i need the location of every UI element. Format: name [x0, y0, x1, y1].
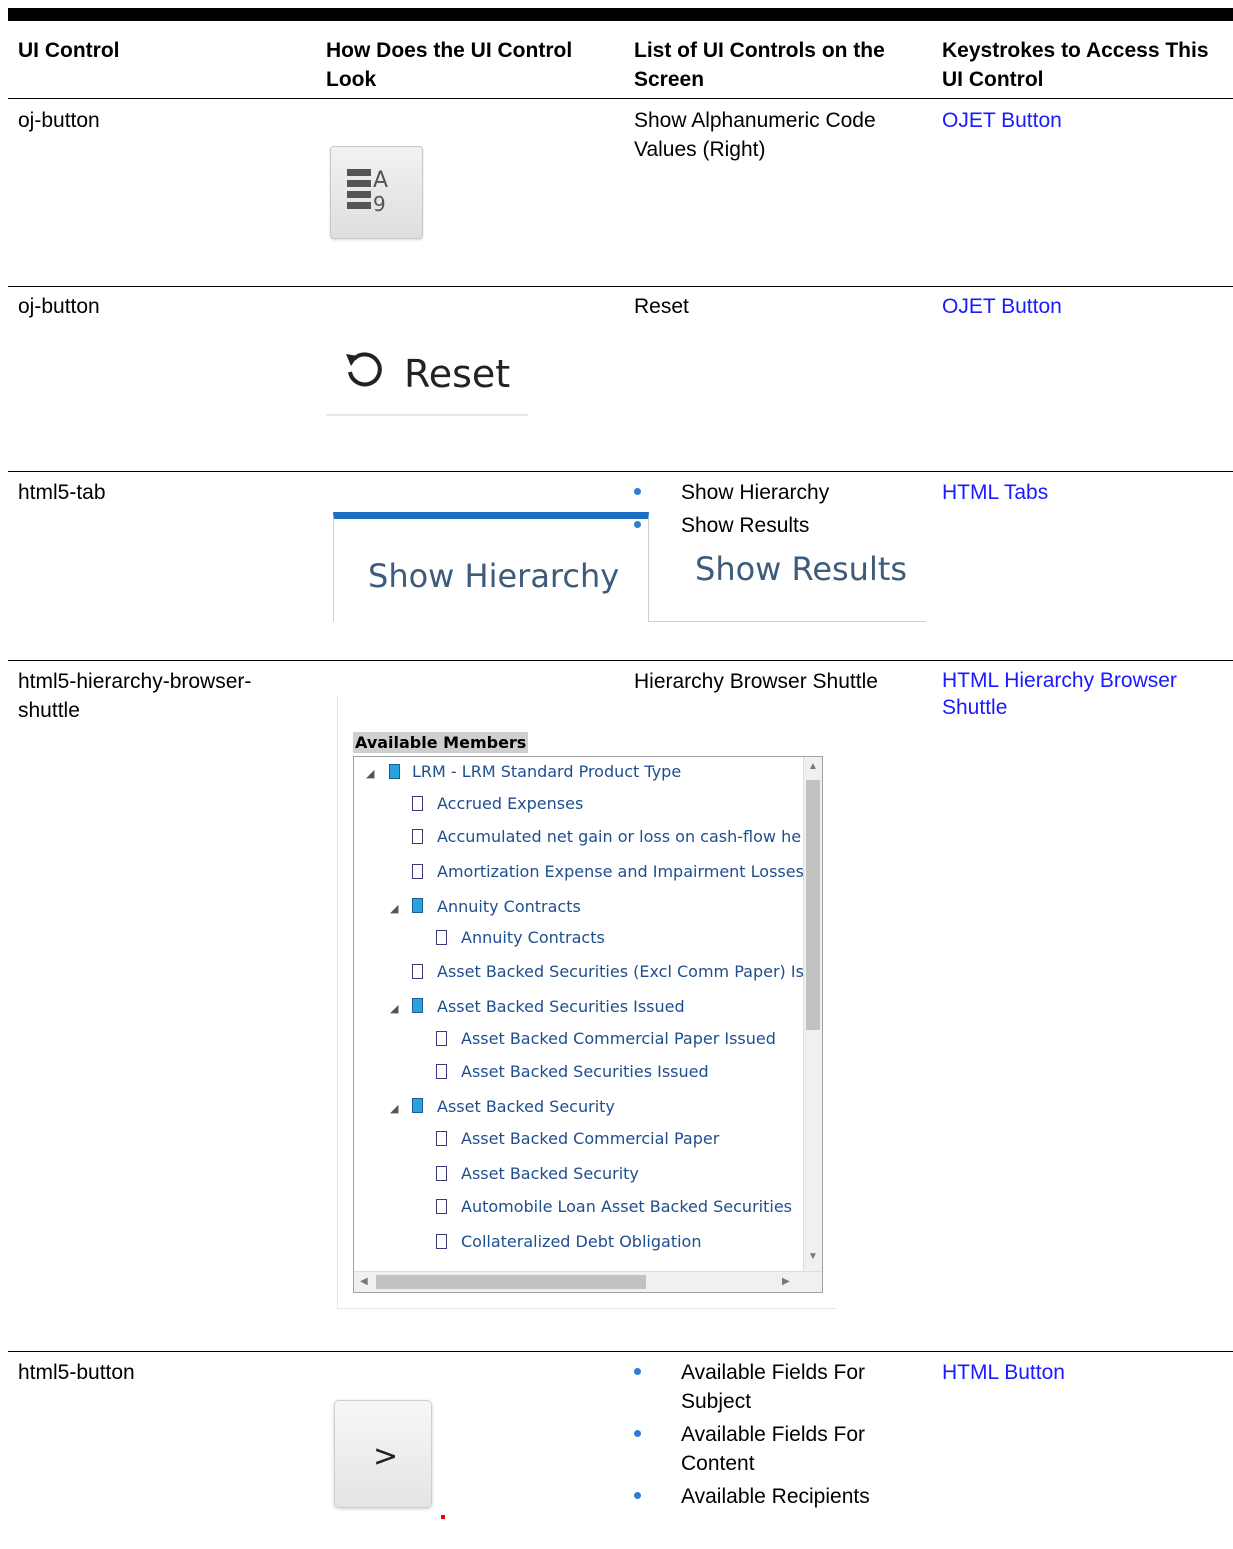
document-icon — [436, 1166, 447, 1181]
bullet — [634, 521, 641, 528]
document-icon — [412, 964, 423, 979]
row1-control: oj-button — [18, 109, 100, 132]
chevron-right-icon: > — [373, 1439, 399, 1474]
tree-node[interactable]: Asset Backed Security — [461, 1164, 639, 1183]
available-members-label: Available Members — [353, 732, 529, 753]
header-keystrokes: Keystrokes to Access This UI Control — [942, 39, 1209, 91]
alphanumeric-sort-button[interactable]: A 9 — [330, 146, 423, 239]
scroll-thumb[interactable] — [376, 1275, 646, 1289]
document-icon — [436, 1199, 447, 1214]
row3-control: html5-tab — [18, 481, 106, 504]
tree-node[interactable]: Asset Backed Securities Issued — [437, 997, 685, 1016]
tree-node[interactable]: Annuity Contracts — [461, 928, 605, 947]
row4-control: html5-hierarchy-browser-shuttle — [18, 670, 252, 722]
tab-label: Show Results — [695, 550, 908, 588]
document-icon — [436, 1064, 447, 1079]
alphanumeric-icon: A 9 — [347, 168, 388, 216]
document-icon — [412, 829, 423, 844]
ojet-button-link[interactable]: OJET Button — [942, 106, 1062, 135]
list-item: Show Results — [681, 514, 810, 537]
row5-control: html5-button — [18, 1361, 135, 1384]
tab-show-hierarchy[interactable]: Show Hierarchy — [333, 512, 649, 622]
tree-node[interactable]: Annuity Contracts — [437, 897, 581, 916]
tree-node[interactable]: Asset Backed Securities Issued — [461, 1062, 709, 1081]
row-divider — [8, 1351, 1233, 1352]
bullet — [634, 1430, 641, 1437]
bullet — [634, 1368, 641, 1375]
tree-node[interactable]: Asset Backed Commercial Paper Issued — [461, 1029, 776, 1048]
scroll-left-icon[interactable]: ◀ — [360, 1276, 368, 1287]
reset-icon — [346, 352, 382, 387]
move-right-button[interactable]: > — [334, 1400, 432, 1508]
list-item: Available Fields For Subject — [681, 1361, 866, 1413]
tree-node[interactable]: LRM - LRM Standard Product Type — [412, 762, 681, 781]
row2-control: oj-button — [18, 295, 100, 318]
list-item: Available Fields For Content — [681, 1423, 866, 1475]
svg-text:9: 9 — [373, 192, 386, 216]
document-icon — [436, 1031, 447, 1046]
document-icon — [436, 1131, 447, 1146]
tree-node[interactable]: Accumulated net gain or loss on cash-flo… — [437, 827, 801, 846]
top-rule — [8, 8, 1233, 21]
header-divider — [8, 98, 1233, 99]
row-divider — [8, 471, 1233, 472]
tree-node[interactable]: Asset Backed Security — [437, 1097, 615, 1116]
list-item: Available Recipients — [681, 1485, 870, 1508]
html-tabs-link[interactable]: HTML Tabs — [942, 478, 1048, 507]
vertical-scrollbar[interactable]: ▲ ▼ — [803, 757, 822, 1272]
scroll-down-icon[interactable]: ▼ — [808, 1251, 818, 1262]
tree-node[interactable]: Automobile Loan Asset Backed Securities — [461, 1197, 792, 1216]
svg-text:A: A — [373, 168, 388, 193]
scroll-up-icon[interactable]: ▲ — [808, 761, 818, 772]
folder-icon — [412, 898, 423, 913]
html-hierarchy-browser-shuttle-link[interactable]: HTML Hierarchy Browser Shuttle — [942, 667, 1222, 721]
bullet — [634, 1492, 641, 1499]
reset-button[interactable]: Reset — [326, 330, 528, 416]
folder-icon — [412, 1098, 423, 1113]
row-divider — [8, 286, 1233, 287]
document-icon — [412, 864, 423, 879]
folder-icon — [389, 764, 400, 779]
tree-node[interactable]: Collateralized Debt Obligation — [461, 1232, 701, 1251]
html-button-link[interactable]: HTML Button — [942, 1358, 1065, 1387]
header-look: How Does the UI Control Look — [326, 39, 573, 91]
tree-node[interactable]: Asset Backed Commercial Paper — [461, 1129, 719, 1148]
folder-icon — [412, 998, 423, 1013]
row1-screen-list: Show Alphanumeric Code Values (Right) — [634, 109, 876, 161]
header-ui-control: UI Control — [18, 39, 120, 62]
tabs-visual: Show Hierarchy Show Results — [333, 512, 926, 622]
ojet-button-link[interactable]: OJET Button — [942, 292, 1062, 321]
collapse-icon[interactable]: ◢ — [366, 767, 374, 780]
hierarchy-tree[interactable]: ◢ LRM - LRM Standard Product Type Accrue… — [353, 756, 823, 1293]
scroll-right-icon[interactable]: ▶ — [782, 1276, 790, 1287]
collapse-icon[interactable]: ◢ — [390, 1002, 398, 1015]
red-marker — [441, 1515, 445, 1519]
row4-screen-list: Hierarchy Browser Shuttle — [634, 670, 878, 693]
scroll-thumb[interactable] — [806, 780, 820, 1030]
horizontal-scrollbar[interactable]: ◀ ▶ — [354, 1271, 822, 1292]
bullet — [634, 488, 641, 495]
tab-label: Show Hierarchy — [368, 557, 620, 595]
list-item: Show Hierarchy — [681, 481, 830, 504]
row-divider — [8, 660, 1233, 661]
collapse-icon[interactable]: ◢ — [390, 902, 398, 915]
document-icon — [412, 796, 423, 811]
document-icon — [436, 930, 447, 945]
tree-node[interactable]: Accrued Expenses — [437, 794, 583, 813]
header-screen-list: List of UI Controls on the Screen — [634, 39, 885, 91]
document-icon — [436, 1234, 447, 1249]
reset-label: Reset — [404, 352, 511, 396]
row2-screen-list: Reset — [634, 295, 689, 318]
collapse-icon[interactable]: ◢ — [390, 1102, 398, 1115]
tree-node[interactable]: Amortization Expense and Impairment Loss… — [437, 862, 804, 881]
tree-node[interactable]: Asset Backed Securities (Excl Comm Paper… — [437, 962, 812, 981]
